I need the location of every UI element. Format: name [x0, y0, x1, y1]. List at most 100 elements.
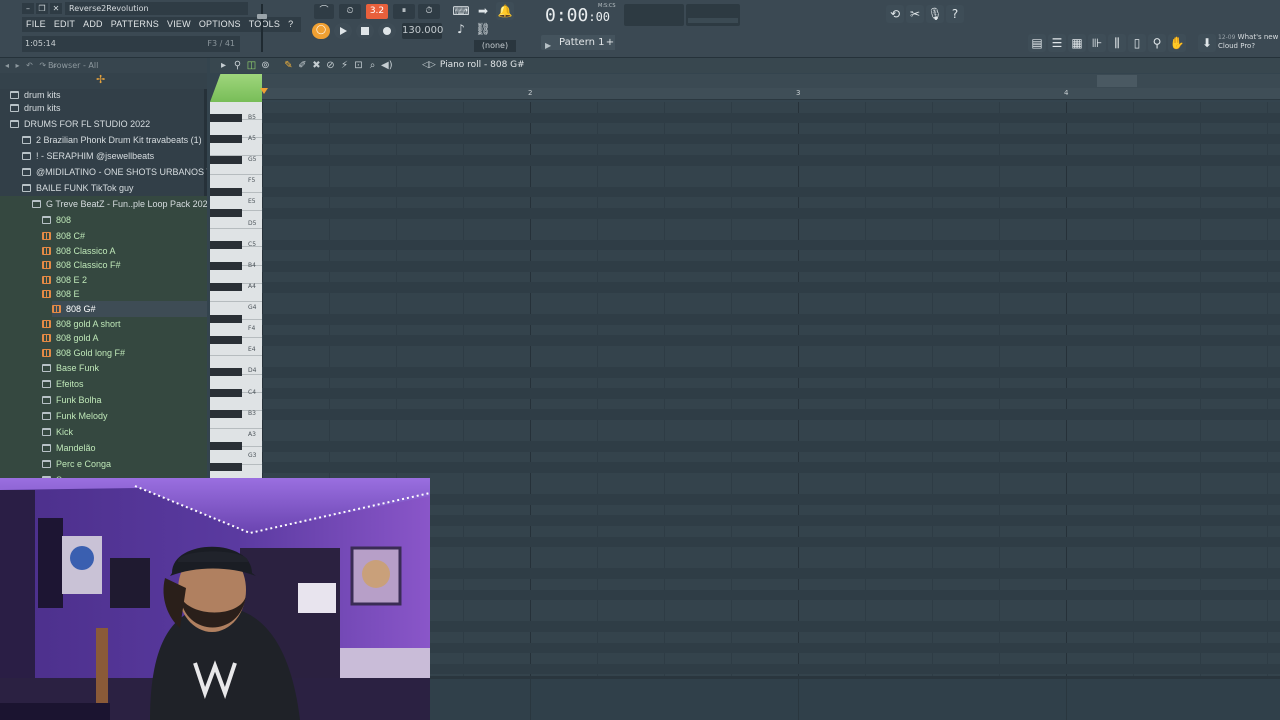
- menu-arrow-icon[interactable]: ▸: [218, 58, 229, 73]
- zoom-icon[interactable]: ⌕: [367, 58, 378, 73]
- browser-item[interactable]: 808 C#: [42, 228, 207, 244]
- black-key[interactable]: [210, 283, 242, 292]
- horizontal-scrollbar[interactable]: [260, 74, 1280, 88]
- tempo-display[interactable]: 130.000: [402, 23, 443, 39]
- browser-item[interactable]: 2 Brazilian Phonk Drum Kit travabeats (1…: [22, 132, 207, 148]
- snap-icon[interactable]: ◫: [246, 58, 257, 73]
- restore-icon[interactable]: ❐: [36, 3, 48, 14]
- close-icon[interactable]: ✕: [50, 3, 62, 14]
- black-key[interactable]: [210, 113, 242, 122]
- browser-item[interactable]: BAILE FUNK TikTok guy: [22, 180, 207, 196]
- countdown-icon[interactable]: ⏱: [418, 4, 440, 19]
- piano-keyboard[interactable]: B5 A5 G5 F5 E5 D5 C5 B4 A4 G4 F4 E4 D4 C4 B3 A3 G3: [210, 102, 262, 478]
- snap-selector[interactable]: (none): [474, 40, 516, 52]
- browser-item[interactable]: G Treve BeatZ - Fun..ple Loop Pack 2022: [32, 196, 207, 212]
- pencil-icon[interactable]: ✎: [283, 58, 294, 73]
- black-key[interactable]: [210, 156, 242, 164]
- black-key[interactable]: [210, 262, 242, 270]
- black-key[interactable]: [210, 134, 242, 143]
- mute-icon[interactable]: ⊘: [325, 58, 336, 73]
- playlist-icon[interactable]: ▤: [1028, 34, 1046, 52]
- download-icon[interactable]: ⬇: [1198, 34, 1216, 52]
- browser-item[interactable]: Mandelão: [42, 440, 207, 456]
- browser-item[interactable]: Perc e Conga: [42, 456, 207, 472]
- browser-item[interactable]: DRUMS FOR FL STUDIO 2022: [10, 116, 207, 132]
- piano-roll-icon[interactable]: ☰: [1048, 34, 1066, 52]
- scroll-thumb[interactable]: [1097, 75, 1137, 87]
- pat-song-mode-icon[interactable]: ◯: [312, 23, 330, 39]
- browser-item[interactable]: 808: [42, 212, 207, 228]
- menu-add[interactable]: ADD: [79, 17, 107, 32]
- hint-panel-icon[interactable]: 🔔: [496, 2, 514, 20]
- note-icon[interactable]: ♪: [452, 20, 470, 38]
- browser-nav-icons[interactable]: ◂ ▸ ↶ ↷ ⌕: [5, 58, 59, 73]
- browser-item[interactable]: drum kits: [10, 100, 207, 116]
- menu-view[interactable]: VIEW: [163, 17, 195, 32]
- touch-keyboard-icon[interactable]: ✋: [1168, 34, 1186, 52]
- menu-edit[interactable]: EDIT: [50, 17, 79, 32]
- minimize-icon[interactable]: –: [22, 3, 34, 14]
- master-volume-slider[interactable]: [257, 4, 267, 52]
- wait-input-icon[interactable]: ⏸: [393, 4, 415, 19]
- microphone-icon[interactable]: 🎙: [926, 5, 944, 23]
- plugin-database-icon[interactable]: ▯: [1128, 34, 1146, 52]
- menu-options[interactable]: OPTIONS: [195, 17, 245, 32]
- black-key[interactable]: [210, 463, 242, 472]
- channel-rack-icon[interactable]: ▦: [1068, 34, 1086, 52]
- black-key[interactable]: [210, 240, 242, 249]
- slice-icon[interactable]: ⚡: [339, 58, 350, 73]
- help-icon[interactable]: ?: [946, 5, 964, 23]
- pattern-song-toggle-icon[interactable]: ⌒: [314, 4, 334, 19]
- browser-icon[interactable]: ⫼: [1108, 34, 1126, 52]
- browser-item[interactable]: Funk Melody: [42, 408, 207, 424]
- playhead-marker[interactable]: [260, 88, 268, 94]
- black-key[interactable]: [210, 389, 242, 398]
- browser-item[interactable]: 808 gold A: [42, 330, 207, 346]
- cut-tools-icon[interactable]: ✂: [906, 5, 924, 23]
- menu-patterns[interactable]: PATTERNS: [107, 17, 163, 32]
- delete-icon[interactable]: ✖: [311, 58, 322, 73]
- browser-item[interactable]: Funk Bolha: [42, 392, 207, 408]
- favorite-star-icon[interactable]: ✢: [96, 73, 105, 86]
- menu-help[interactable]: ?: [284, 17, 297, 32]
- record-button[interactable]: [378, 23, 396, 39]
- browser-item[interactable]: ! - SERAPHIM @jsewellbeats: [22, 148, 207, 164]
- plugin-picker-icon[interactable]: ⚲: [1148, 34, 1166, 52]
- stop-button[interactable]: [356, 23, 374, 39]
- black-key[interactable]: [210, 315, 242, 323]
- timeline-ruler[interactable]: 2 3 4: [260, 88, 1280, 100]
- playback-icon[interactable]: ◀): [381, 58, 393, 73]
- undo-history-icon[interactable]: ⟲: [886, 5, 904, 23]
- black-key[interactable]: [210, 368, 242, 376]
- black-key[interactable]: [210, 442, 242, 451]
- slider-knob[interactable]: [257, 14, 267, 19]
- add-pattern-button[interactable]: +: [605, 35, 615, 50]
- metronome-icon[interactable]: ⏲: [339, 4, 361, 19]
- browser-item[interactable]: Kick: [42, 424, 207, 440]
- loop-icon[interactable]: ⊚: [260, 58, 271, 73]
- arrow-right-icon[interactable]: ➡: [474, 2, 492, 20]
- browser-item[interactable]: 808 Classico F#: [42, 257, 207, 273]
- black-key[interactable]: [210, 187, 242, 196]
- play-button[interactable]: [334, 23, 352, 39]
- black-key[interactable]: [210, 410, 242, 419]
- pattern-selector[interactable]: ▶ Pattern 1: [541, 35, 609, 50]
- menu-file[interactable]: FILE: [22, 17, 50, 32]
- black-key[interactable]: [210, 336, 242, 345]
- typing-keyboard-icon[interactable]: ⌨: [452, 2, 470, 20]
- browser-item[interactable]: 808 Gold long F#: [42, 345, 207, 361]
- link-icon[interactable]: ⛓: [474, 20, 492, 38]
- browser-item[interactable]: 808 G#: [52, 301, 207, 317]
- browser-item[interactable]: Base Funk: [42, 360, 207, 376]
- browser-item[interactable]: @MIDILATINO - ONE SHOTS URBANOS VOL. 2: [22, 164, 207, 180]
- select-icon[interactable]: ⊡: [353, 58, 364, 73]
- mixer-icon[interactable]: ⊪: [1088, 34, 1106, 52]
- step-edit-button[interactable]: 3.2: [366, 4, 388, 19]
- target-arrow-icon[interactable]: ◁▷: [422, 60, 436, 70]
- magnet-icon[interactable]: ⚲: [232, 58, 243, 73]
- browser-item[interactable]: Efeitos: [42, 376, 207, 392]
- black-key[interactable]: [210, 209, 242, 217]
- paint-icon[interactable]: ✐: [297, 58, 308, 73]
- channel-color-tab[interactable]: [210, 74, 262, 102]
- browser-item[interactable]: 808 E: [42, 286, 207, 302]
